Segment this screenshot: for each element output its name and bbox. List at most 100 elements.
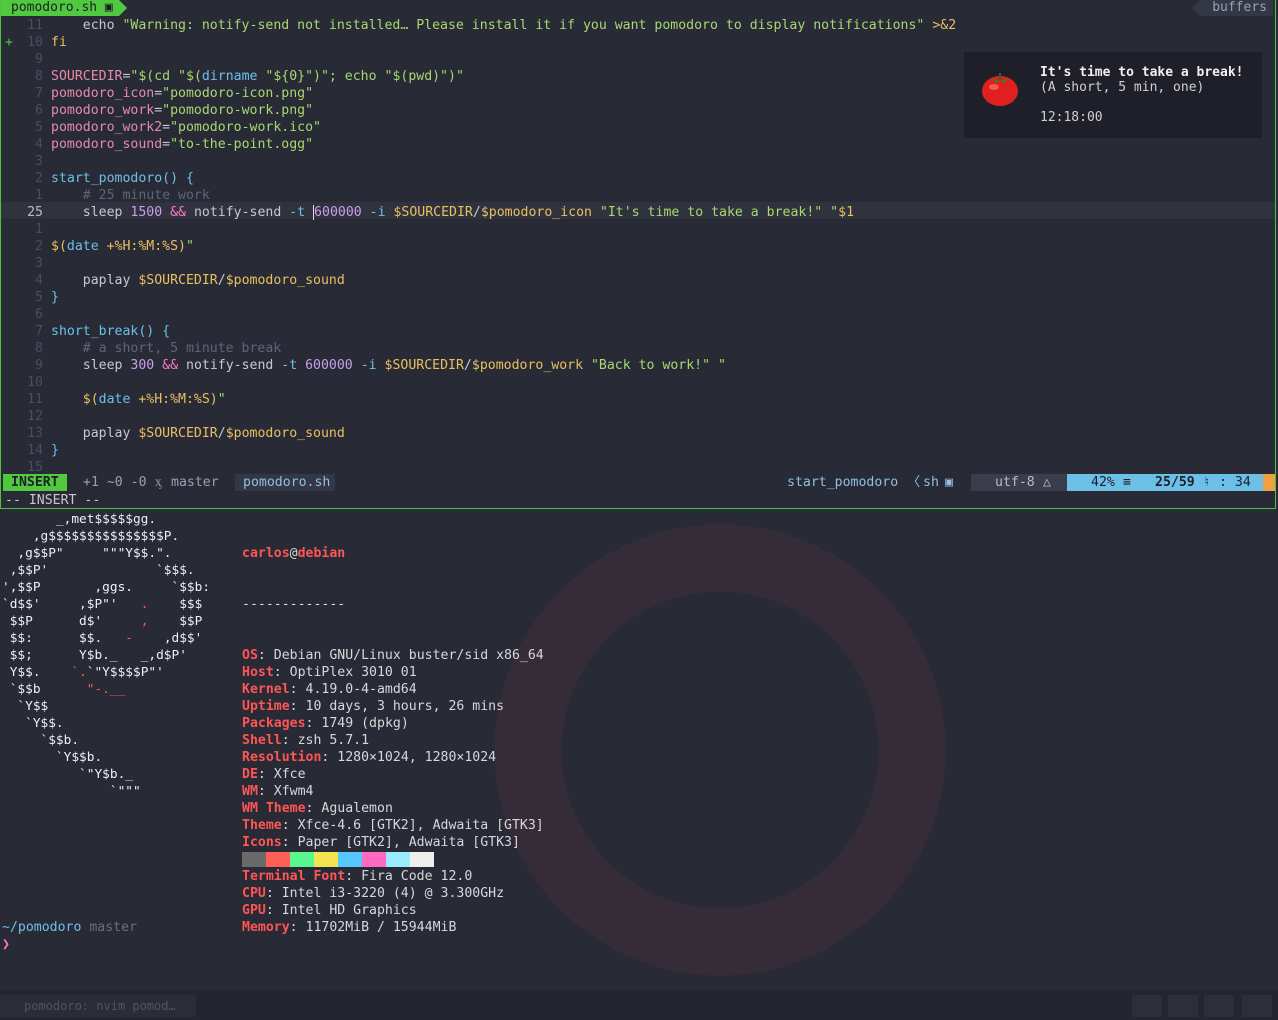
line-position: 25/59 — [1155, 475, 1195, 490]
info-key: Memory — [242, 920, 290, 935]
info-row: CPU: Intel i3-3220 (4) @ 3.300GHz — [242, 886, 505, 901]
browser-icon[interactable] — [1168, 995, 1198, 1017]
code-line[interactable]: 6 — [1, 306, 1275, 323]
code-line[interactable]: 2 start_pomodoro() { — [1, 170, 1275, 187]
code-token: start_pomodoro() { — [51, 171, 194, 186]
code-token: date — [98, 392, 131, 407]
code-line[interactable]: 13 paplay $SOURCEDIR/$pomodoro_sound — [1, 425, 1275, 442]
info-row: Shell: zsh 5.7.1 — [242, 733, 370, 748]
code-line[interactable]: 1 — [1, 221, 1275, 238]
code-token: 00000 — [322, 205, 362, 220]
ascii-line: $$; Y$b._ _,d$P' — [2, 647, 210, 664]
code-token: $SOURCEDIR — [138, 426, 218, 441]
ascii-text: $$$ — [148, 597, 203, 612]
code-line[interactable]: 5} — [1, 289, 1275, 306]
info-row: Uptime: 10 days, 3 hours, 26 mins — [242, 699, 505, 714]
ascii-line: `Y$$b. — [2, 749, 210, 766]
code-token: "pomodoro-work.ico" — [170, 120, 321, 135]
info-key: Uptime — [242, 699, 290, 714]
code-token: pomodoro_work — [51, 103, 155, 118]
taskbar-window-button[interactable]: pomodoro: nvim pomod… — [0, 995, 196, 1017]
ascii-accent: "-.__ — [86, 682, 126, 697]
code-text: pomodoro_sound="to-the-point.ogg" — [51, 136, 313, 153]
tab-pomodoro-sh[interactable]: pomodoro.sh ▣ — [1, 0, 127, 16]
code-token: / — [472, 205, 481, 220]
color-swatch — [266, 852, 290, 867]
system-info: carlos@debian ------------- OS: Debian G… — [242, 511, 544, 970]
mode-indicator: INSERT — [3, 474, 67, 491]
terminal-pane[interactable]: _,met$$$$$gg. ,g$$$$$$$$$$$$$$$P. ,g$$P"… — [0, 511, 1278, 991]
info-value: Xfwm4 — [273, 784, 314, 799]
code-token: " — [217, 392, 226, 407]
ascii-line: `Y$$ — [2, 698, 210, 715]
trash-icon[interactable] — [1242, 995, 1272, 1017]
notification-popup[interactable]: It's time to take a break! (A short, 5 m… — [964, 52, 1262, 138]
notification-time: 12:18:00 — [1040, 110, 1103, 125]
line-number: 8 — [35, 341, 43, 356]
code-text: paplay $SOURCEDIR/$pomodoro_sound — [51, 272, 345, 289]
color-swatch — [338, 852, 362, 867]
code-text: short_break() { — [51, 323, 170, 340]
code-text: # a short, 5 minute break — [51, 340, 282, 357]
code-line[interactable]: 10 — [1, 374, 1275, 391]
code-line[interactable]: 3 — [1, 153, 1275, 170]
line-number: 25 — [27, 205, 43, 220]
code-line[interactable]: 2 $(date +%H:%M:%S)" — [1, 238, 1275, 255]
code-token: $SOURCEDIR — [393, 205, 473, 220]
code-token: $( — [51, 239, 67, 254]
code-line[interactable]: 11 echo "Warning: notify-send not instal… — [1, 17, 1275, 34]
code-token: fi — [51, 35, 67, 50]
code-line[interactable]: 9 sleep 300 && notify-send -t 600000 -i … — [1, 357, 1275, 374]
code-token: # a short, 5 minute break — [51, 341, 282, 356]
code-token: pomodoro_work2 — [51, 120, 163, 135]
code-line[interactable]: 10 + fi — [1, 34, 1275, 51]
info-row: GPU: Intel HD Graphics — [242, 903, 417, 918]
info-row: Icons: Paper [GTK2], Adwaita [GTK3] — [242, 835, 520, 850]
ascii-text: ',$$P ,ggs. `$$b: — [2, 580, 211, 595]
line-number: 1 — [35, 222, 43, 237]
column-icon: ♮ — [1203, 475, 1211, 490]
info-row: OS: Debian GNU/Linux buster/sid x86_64 — [242, 648, 544, 663]
code-token: 600000 — [305, 358, 353, 373]
info-key: Terminal Font — [242, 869, 346, 884]
code-token: pomodoro_icon — [51, 86, 155, 101]
info-row: Packages: 1749 (dpkg) — [242, 716, 409, 731]
info-key: Shell — [242, 733, 282, 748]
code-token: >&2 — [932, 18, 957, 33]
info-value: Fira Code 12.0 — [361, 869, 473, 884]
code-token: = — [154, 103, 163, 118]
code-token: / — [217, 426, 226, 441]
trash-icon[interactable] — [1132, 995, 1162, 1017]
line-number: 11 — [27, 18, 43, 33]
code-token: $SOURCEDIR — [138, 273, 218, 288]
code-token: " — [186, 239, 194, 254]
current-function: start_pomodoro — [787, 475, 899, 490]
info-value: Intel HD Graphics — [281, 903, 417, 918]
code-line[interactable]: 8 # a short, 5 minute break — [1, 340, 1275, 357]
line-number: 8 — [35, 69, 43, 84]
code-token: && — [162, 205, 194, 220]
info-row: Kernel: 4.19.0-4-amd64 — [242, 682, 417, 697]
buffers-label[interactable]: buffers — [1192, 0, 1273, 16]
code-line[interactable]: 7 short_break() { — [1, 323, 1275, 340]
code-token: -t — [289, 205, 314, 220]
code-line[interactable]: 4 paplay $SOURCEDIR/$pomodoro_sound — [1, 272, 1275, 289]
code-token: 1500 — [130, 205, 163, 220]
code-text: start_pomodoro() { — [51, 170, 194, 187]
code-line[interactable]: 1 # 25 minute work — [1, 187, 1275, 204]
workspace-icon[interactable] — [1204, 995, 1234, 1017]
info-row: Terminal Font: Fira Code 12.0 — [242, 869, 473, 884]
code-text: # 25 minute work — [51, 187, 210, 204]
prompt-symbol[interactable]: ❯ — [2, 936, 10, 953]
code-text: echo "Warning: notify-send not installed… — [51, 17, 956, 34]
code-line[interactable]: 3 — [1, 255, 1275, 272]
code-line[interactable]: 4 pomodoro_sound="to-the-point.ogg" — [1, 136, 1275, 153]
info-value: Agualemon — [321, 801, 393, 816]
ascii-line: `$$b. — [2, 732, 210, 749]
code-line[interactable]: 14} — [1, 442, 1275, 459]
user-name: carlos — [242, 546, 290, 561]
code-line[interactable]: 25 sleep 1500 && notify-send -t 600000 -… — [1, 204, 1275, 221]
code-line[interactable]: 12 — [1, 408, 1275, 425]
code-line[interactable]: 11 $(date +%H:%M:%S)" — [1, 391, 1275, 408]
code-token: echo — [51, 18, 123, 33]
